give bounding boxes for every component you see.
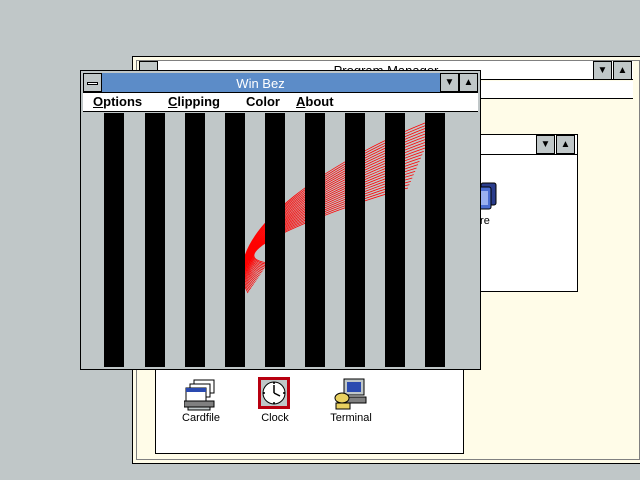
- group-minimize-button[interactable]: ▼: [536, 135, 555, 154]
- minimize-arrow-icon: ▼: [444, 77, 455, 88]
- black-stripe: [265, 113, 285, 367]
- clock-icon: [258, 377, 292, 411]
- menu-color-label: Color: [246, 94, 280, 109]
- terminal-label: Terminal: [330, 412, 372, 424]
- menu-options-rest: ptions: [103, 94, 143, 109]
- win-bez-title-bar[interactable]: Win Bez ▼ ▲: [83, 73, 478, 93]
- maximize-arrow-icon: ▲: [463, 77, 474, 88]
- menu-clipping-accel: C: [168, 94, 178, 109]
- black-stripe: [104, 113, 124, 367]
- menu-color[interactable]: Color: [246, 94, 280, 109]
- black-stripe: [345, 113, 365, 367]
- menu-about[interactable]: About: [296, 94, 334, 109]
- cardfile-icon: [183, 377, 218, 411]
- minimize-button[interactable]: ▼: [440, 73, 459, 92]
- menu-about-accel: A: [296, 94, 306, 109]
- terminal-icon: [334, 377, 368, 411]
- main-group-window: Cardfile Clock Terminal: [155, 360, 464, 454]
- menu-about-rest: bout: [305, 94, 334, 109]
- black-stripe: [225, 113, 245, 367]
- maximize-arrow-icon: ▲: [560, 139, 571, 150]
- black-stripe: [425, 113, 445, 367]
- minimize-arrow-icon: ▼: [540, 139, 551, 150]
- black-stripe: [145, 113, 165, 367]
- black-stripe: [385, 113, 405, 367]
- clock-label: Clock: [261, 412, 289, 424]
- menu-clipping-rest: lipping: [177, 94, 220, 109]
- bezier-drawing: [104, 113, 445, 367]
- black-stripe: [305, 113, 325, 367]
- menu-options-accel: O: [93, 94, 104, 109]
- minimize-button[interactable]: ▼: [593, 61, 612, 80]
- win-bez-title: Win Bez: [236, 76, 285, 91]
- maximize-button[interactable]: ▲: [613, 61, 632, 80]
- menu-clipping[interactable]: Clipping: [168, 94, 220, 109]
- minimize-arrow-icon: ▼: [597, 65, 608, 76]
- bezier-canvas[interactable]: [83, 113, 478, 367]
- black-stripe: [185, 113, 205, 367]
- maximize-button[interactable]: ▲: [459, 73, 478, 92]
- win-bez-window: Win Bez ▼ ▲ Options Clipping Color About: [80, 70, 481, 370]
- maximize-arrow-icon: ▲: [617, 65, 628, 76]
- win-bez-menu-bar: Options Clipping Color About: [83, 93, 478, 112]
- menu-options[interactable]: Options: [93, 94, 142, 109]
- group-maximize-button[interactable]: ▲: [556, 135, 575, 154]
- cardfile-label: Cardfile: [182, 412, 220, 424]
